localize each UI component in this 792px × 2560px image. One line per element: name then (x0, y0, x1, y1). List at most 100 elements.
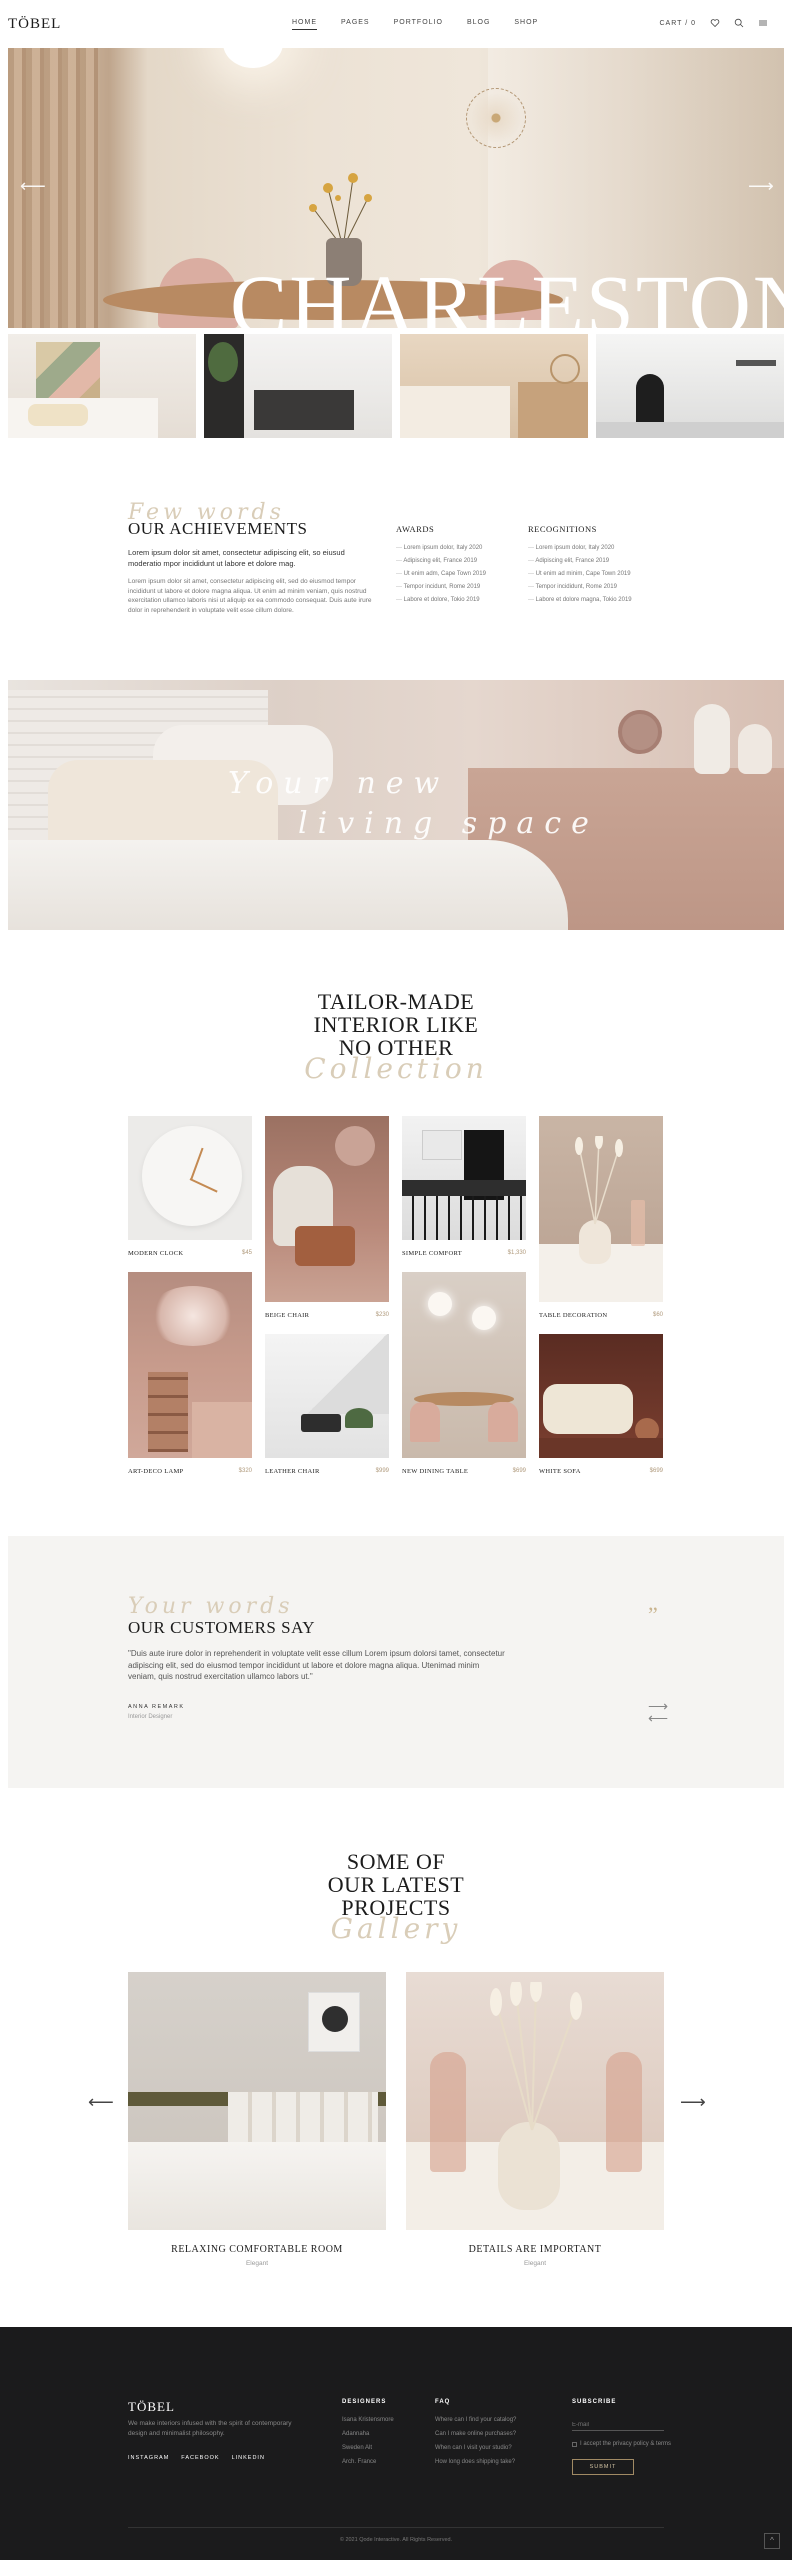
achievements-lead: Lorem ipsum dolor sit amet, consectetur … (128, 548, 345, 568)
project-image-relaxing-room[interactable] (128, 1972, 386, 2230)
facebook-link[interactable]: FACEBOOK (181, 2455, 219, 2461)
privacy-checkbox-label: I accept the privacy policy & terms (580, 2441, 672, 2447)
project-image-details[interactable] (406, 1972, 664, 2230)
testimonial-quote: "Duis aute irure dolor in reprehenderit … (128, 1649, 505, 1681)
clock-image (618, 710, 662, 754)
privacy-checkbox[interactable] (572, 2441, 577, 2447)
designer-link[interactable]: Sweden Alt (342, 2441, 394, 2455)
flowers-image (309, 173, 372, 248)
project-title[interactable]: RELAXING COMFORTABLE ROOM (128, 2244, 386, 2255)
product-name[interactable]: BEIGE CHAIR (265, 1312, 309, 1319)
prev-project-arrow-icon[interactable]: ⟵ (88, 2092, 114, 2113)
hero-thumbnails (8, 334, 784, 438)
recognition-item: Lorem ipsum dolor, Italy 2020 (528, 542, 632, 555)
site-header: TÖBEL HOME PAGES PORTFOLIO BLOG SHOP CAR… (0, 0, 792, 48)
product-image-art-deco-lamp[interactable] (128, 1272, 252, 1458)
cart-link[interactable]: CART / 0 (659, 20, 696, 27)
submit-button[interactable]: SUBMIT (572, 2459, 634, 2475)
hero-title: CHARLESTON (230, 257, 784, 328)
faq-link[interactable]: When can I visit your studio? (435, 2441, 516, 2455)
project-category[interactable]: Elegant (128, 2260, 386, 2267)
testimonials-title: OUR CUSTOMERS SAY (128, 1618, 316, 1637)
linkedin-link[interactable]: LINKEDIN (232, 2455, 265, 2461)
product-image-table-decoration[interactable] (539, 1116, 663, 1302)
back-to-top-button[interactable]: ^ (764, 2533, 780, 2549)
recognition-item: Tempor incididunt, Rome 2019 (528, 581, 632, 594)
living-line-2: living space (298, 806, 599, 841)
collection-title-line: INTERIOR LIKE (313, 1012, 479, 1037)
quote-mark-icon: ” (648, 1602, 658, 1627)
nav-home[interactable]: HOME (292, 19, 317, 30)
designer-link[interactable]: Adannaha (342, 2427, 394, 2441)
faq-link[interactable]: How long does shipping take? (435, 2455, 516, 2469)
product-price: $999 (375, 1468, 389, 1474)
product-price: $230 (375, 1312, 389, 1318)
site-logo[interactable]: TÖBEL (8, 16, 61, 33)
product-name[interactable]: SIMPLE COMFORT (402, 1250, 462, 1257)
product-price: $320 (238, 1468, 252, 1474)
next-slide-arrow-icon[interactable]: ⟶ (748, 176, 774, 197)
project-category[interactable]: Elegant (406, 2260, 664, 2267)
testimonials-script: Your words (128, 1594, 294, 1619)
product-price: $60 (652, 1312, 663, 1318)
award-item: Ut enim adm, Cape Town 2019 (396, 568, 486, 581)
site-footer: TÖBEL We make interiors infused with the… (0, 2327, 792, 2560)
product-name[interactable]: WHITE SOFA (539, 1468, 581, 1475)
nav-blog[interactable]: BLOG (467, 19, 490, 26)
prev-slide-arrow-icon[interactable]: ⟵ (20, 176, 46, 197)
product-image-beige-chair[interactable] (265, 1116, 389, 1302)
product-name[interactable]: NEW DINING TABLE (402, 1468, 468, 1475)
designer-link[interactable]: Arch. France (342, 2455, 394, 2469)
projects-title-line: SOME OF (346, 1849, 446, 1874)
faq-link[interactable]: Can I make online purchases? (435, 2427, 516, 2441)
product-price: $699 (512, 1468, 526, 1474)
product-image-modern-clock[interactable] (128, 1116, 252, 1240)
project-title[interactable]: DETAILS ARE IMPORTANT (406, 2244, 664, 2255)
thumbnail-3[interactable] (400, 334, 588, 438)
footer-faq: FAQ Where can I find your catalog? Can I… (435, 2399, 516, 2469)
subscribe-title: SUBSCRIBE (572, 2399, 617, 2405)
thumbnail-2[interactable] (204, 334, 392, 438)
vase-image (738, 724, 772, 774)
product-image-new-dining-table[interactable] (402, 1272, 526, 1458)
collection-title-line: TAILOR-MADE (317, 989, 475, 1014)
award-item: Labore et dolore, Tokio 2019 (396, 594, 486, 607)
menu-icon[interactable] (758, 18, 768, 28)
living-line-1: Your new (228, 766, 450, 801)
instagram-link[interactable]: INSTAGRAM (128, 2455, 169, 2461)
heart-icon[interactable] (710, 18, 720, 28)
sunburst-mirror-image (466, 88, 526, 148)
living-space-text: Your new living space (228, 764, 599, 844)
footer-divider (128, 2527, 664, 2528)
product-name[interactable]: LEATHER CHAIR (265, 1468, 320, 1475)
designer-link[interactable]: Isana Kristensmore (342, 2413, 394, 2427)
recognitions-list: RECOGNITIONS Lorem ipsum dolor, Italy 20… (528, 524, 632, 607)
product-image-simple-comfort[interactable] (402, 1116, 526, 1240)
footer-description: We make interiors infused with the spiri… (128, 2420, 292, 2437)
email-field[interactable] (572, 2420, 664, 2431)
footer-designers: DESIGNERS Isana Kristensmore Adannaha Sw… (342, 2399, 394, 2469)
product-price: $45 (241, 1250, 252, 1256)
product-image-leather-chair[interactable] (265, 1334, 389, 1458)
testimonials-section: Your words OUR CUSTOMERS SAY "Duis aute … (8, 1536, 784, 1788)
product-name[interactable]: ART-DECO LAMP (128, 1468, 183, 1475)
product-image-white-sofa[interactable] (539, 1334, 663, 1458)
thumbnail-1[interactable] (8, 334, 196, 438)
achievements-section: Few words OUR ACHIEVEMENTS Lorem ipsum d… (128, 500, 668, 615)
collection-title: TAILOR-MADE INTERIOR LIKE NO OTHER (0, 990, 792, 1059)
next-project-arrow-icon[interactable]: ⟶ (680, 2092, 706, 2113)
nav-portfolio[interactable]: PORTFOLIO (394, 19, 443, 26)
faq-link[interactable]: Where can I find your catalog? (435, 2413, 516, 2427)
product-name[interactable]: TABLE DECORATION (539, 1312, 607, 1319)
nav-pages[interactable]: PAGES (341, 19, 370, 26)
search-icon[interactable] (734, 18, 744, 28)
product-name[interactable]: MODERN CLOCK (128, 1250, 183, 1257)
nav-shop[interactable]: SHOP (514, 19, 538, 26)
testimonial-arrows: ⟶ ⟵ (648, 1699, 668, 1725)
designers-title: DESIGNERS (342, 2399, 387, 2405)
footer-logo[interactable]: TÖBEL (128, 2399, 175, 2415)
projects-title: SOME OF OUR LATEST PROJECTS (0, 1850, 792, 1919)
thumbnail-4[interactable] (596, 334, 784, 438)
prev-testimonial-arrow-icon[interactable]: ⟵ (648, 1711, 668, 1725)
copyright: © 2021 Qode Interactive. All Rights Rese… (339, 2537, 453, 2543)
